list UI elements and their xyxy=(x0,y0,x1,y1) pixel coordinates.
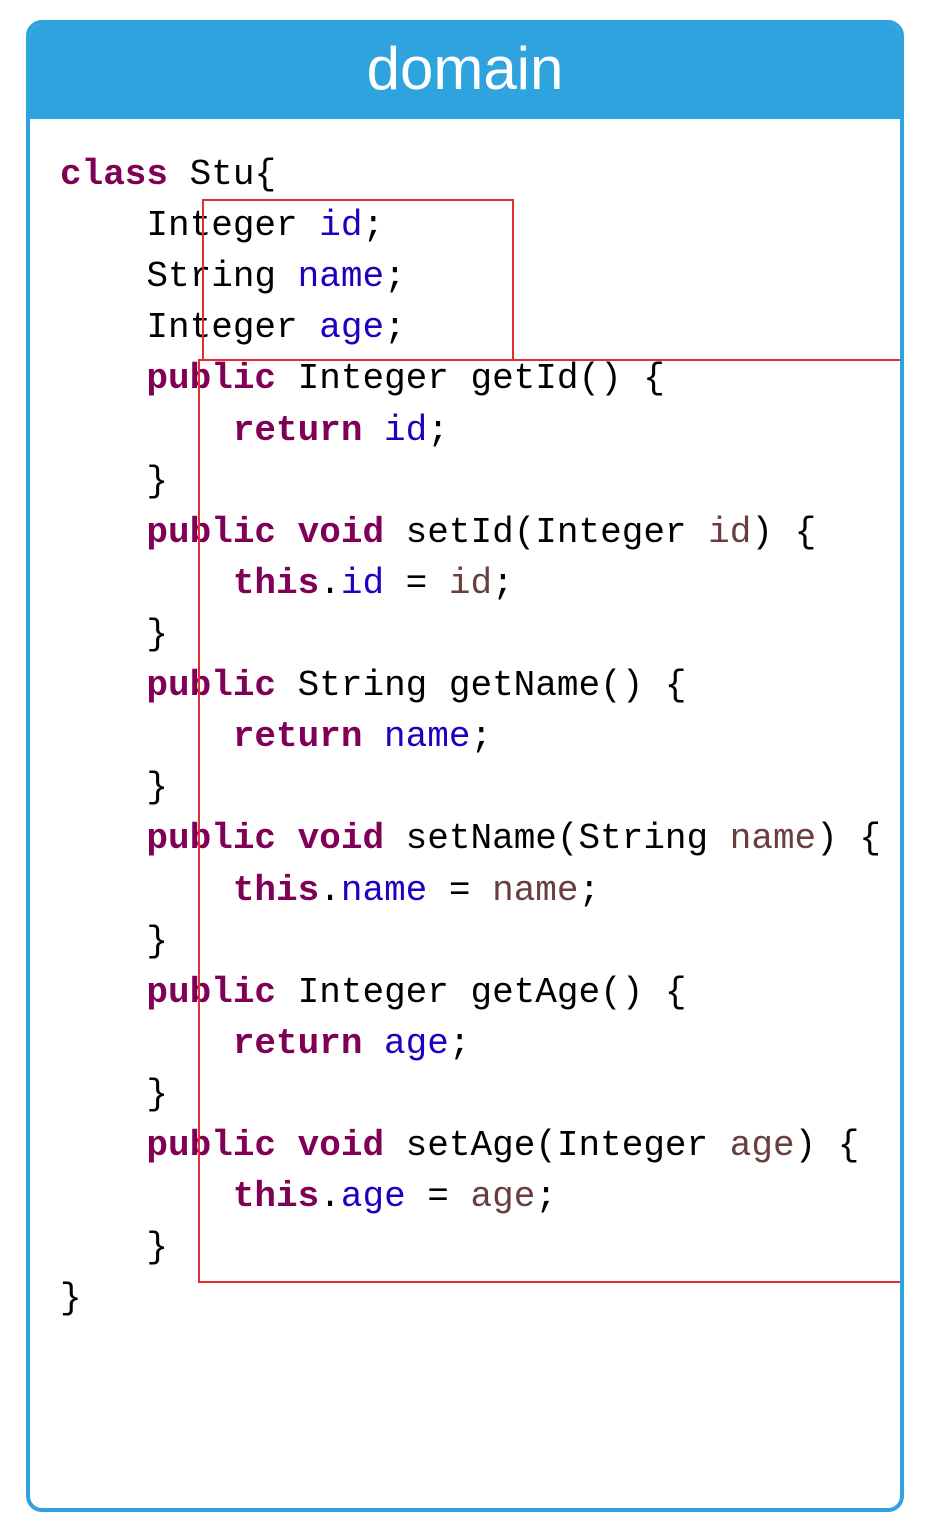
semi: ; xyxy=(449,1023,471,1064)
card-header: domain xyxy=(30,24,900,119)
code-block: class Stu{ Integer id; String name; Inte… xyxy=(30,119,900,1508)
dot: . xyxy=(319,1176,341,1217)
brace: } xyxy=(60,461,168,502)
dot: . xyxy=(319,563,341,604)
param-name: name xyxy=(730,818,816,859)
domain-card: domain class Stu{ Integer id; String nam… xyxy=(26,20,904,1512)
semi: ; xyxy=(384,307,406,348)
param-age-ref: age xyxy=(470,1176,535,1217)
setage-sig: setAge(Integer xyxy=(384,1125,730,1166)
semi: ; xyxy=(384,256,406,297)
kw-public: public xyxy=(60,818,276,859)
param-id: id xyxy=(708,512,751,553)
semi: ; xyxy=(470,716,492,757)
kw-public: public xyxy=(60,1125,276,1166)
eq: = xyxy=(427,870,492,911)
brace-close: } xyxy=(60,1278,82,1319)
paren: ) { xyxy=(816,818,881,859)
semi: ; xyxy=(535,1176,557,1217)
eq: = xyxy=(384,563,449,604)
setname-sig: setName(String xyxy=(384,818,730,859)
paren: ) { xyxy=(795,1125,860,1166)
class-name: Stu{ xyxy=(168,154,276,195)
brace: } xyxy=(60,614,168,655)
paren: ) { xyxy=(751,512,816,553)
setid-sig: setId(Integer xyxy=(384,512,708,553)
field-age-type: Integer xyxy=(60,307,319,348)
kw-this: this xyxy=(60,563,319,604)
field-name-type: String xyxy=(60,256,298,297)
field-age-ref: age xyxy=(341,1176,406,1217)
dot: . xyxy=(319,870,341,911)
field-name: name xyxy=(298,256,384,297)
param-id-ref: id xyxy=(449,563,492,604)
getname-sig: String getName() { xyxy=(276,665,686,706)
brace: } xyxy=(60,921,168,962)
getage-sig: Integer getAge() { xyxy=(276,972,686,1013)
kw-return: return xyxy=(60,1023,362,1064)
field-age: age xyxy=(319,307,384,348)
field-id-type: Integer xyxy=(60,205,319,246)
field-id: id xyxy=(319,205,362,246)
ret-name: name xyxy=(362,716,470,757)
kw-class: class xyxy=(60,154,168,195)
param-name-ref: name xyxy=(492,870,578,911)
brace: } xyxy=(60,767,168,808)
kw-return: return xyxy=(60,410,362,451)
kw-void: void xyxy=(276,512,384,553)
semi: ; xyxy=(362,205,384,246)
ret-age: age xyxy=(362,1023,448,1064)
kw-public: public xyxy=(60,665,276,706)
semi: ; xyxy=(427,410,449,451)
getid-sig: Integer getId() { xyxy=(276,358,665,399)
kw-this: this xyxy=(60,1176,319,1217)
kw-public: public xyxy=(60,358,276,399)
field-name-ref: name xyxy=(341,870,427,911)
kw-public: public xyxy=(60,512,276,553)
kw-this: this xyxy=(60,870,319,911)
header-title: domain xyxy=(367,35,564,102)
semi: ; xyxy=(492,563,514,604)
kw-return: return xyxy=(60,716,362,757)
field-id-ref: id xyxy=(341,563,384,604)
kw-void: void xyxy=(276,818,384,859)
brace: } xyxy=(60,1227,168,1268)
eq: = xyxy=(406,1176,471,1217)
ret-id: id xyxy=(362,410,427,451)
param-age: age xyxy=(730,1125,795,1166)
semi: ; xyxy=(579,870,601,911)
kw-void: void xyxy=(276,1125,384,1166)
kw-public: public xyxy=(60,972,276,1013)
brace: } xyxy=(60,1074,168,1115)
